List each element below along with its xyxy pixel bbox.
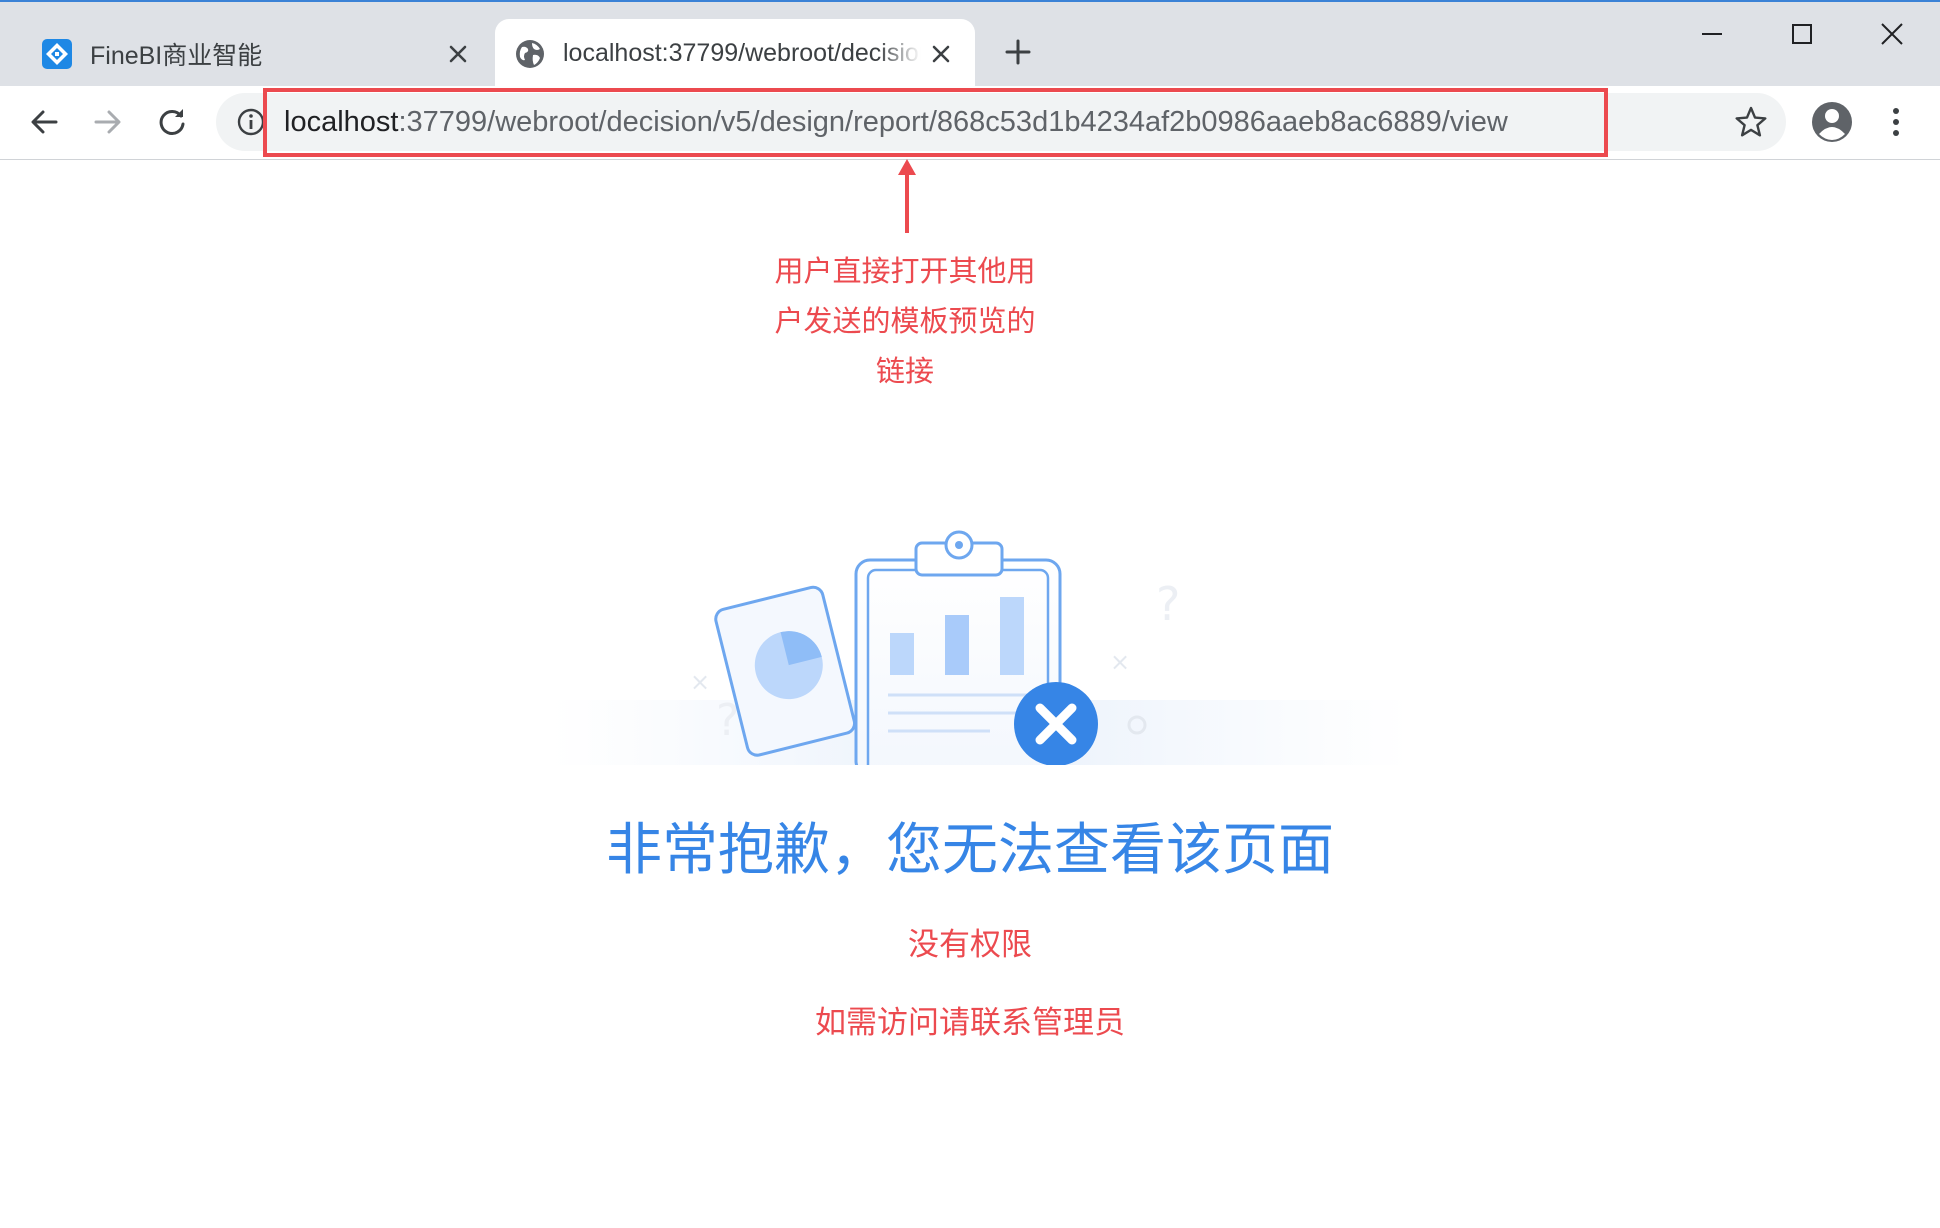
back-button[interactable] (20, 98, 68, 146)
annotation-note: 用户直接打开其他用 户发送的模板预览的 链接 (760, 246, 1050, 396)
arrow-up-icon (898, 159, 916, 233)
more-menu-button[interactable] (1876, 100, 1916, 144)
minimize-icon (1702, 33, 1722, 35)
error-reason: 没有权限 (908, 927, 1032, 963)
close-icon (1881, 23, 1903, 45)
minimize-button[interactable] (1672, 10, 1752, 58)
arrow-left-icon (31, 110, 58, 134)
tab-localhost[interactable]: localhost:37799/webroot/decision/v5/desi… (495, 19, 975, 88)
new-tab-button[interactable] (998, 32, 1038, 72)
plus-icon (1005, 39, 1031, 65)
info-icon[interactable] (236, 107, 266, 137)
error-hint: 如需访问请联系管理员 (815, 1005, 1125, 1041)
maximize-icon (1792, 24, 1812, 44)
profile-icon[interactable] (1810, 100, 1854, 144)
globe-icon (516, 39, 544, 68)
tab-title: localhost:37799/webroot/decision/v5/desi… (563, 39, 921, 67)
tab-title: FineBI商业智能 (90, 41, 263, 70)
tab-finebi[interactable]: FineBI商业智能 (22, 19, 492, 88)
reload-button[interactable] (148, 98, 196, 146)
tab-close-icon[interactable] (921, 34, 961, 74)
arrow-right-icon (94, 110, 121, 134)
annotation-line: 用户直接打开其他用 (774, 254, 1036, 288)
error-title: 非常抱歉，您无法查看该页面 (606, 818, 1334, 883)
tab-close-icon[interactable] (438, 34, 478, 74)
tab-strip: FineBI商业智能 localhost:37799/webroot/decis… (0, 0, 1940, 88)
star-icon[interactable] (1734, 105, 1768, 139)
reload-icon (159, 109, 185, 135)
svg-text:×: × (690, 668, 710, 696)
maximize-button[interactable] (1762, 10, 1842, 58)
finebi-logo-icon (42, 38, 72, 69)
kebab-menu-icon (1893, 108, 1899, 136)
annotation-line: 链接 (875, 354, 934, 388)
no-permission-illustration: × ? × ? (550, 530, 1410, 765)
close-window-button[interactable] (1852, 10, 1932, 58)
annotation-highlight-box (263, 88, 1608, 157)
svg-text:×: × (1110, 648, 1130, 676)
svg-text:?: ? (1156, 577, 1180, 631)
annotation-line: 户发送的模板预览的 (774, 304, 1036, 338)
forward-button[interactable] (84, 98, 132, 146)
